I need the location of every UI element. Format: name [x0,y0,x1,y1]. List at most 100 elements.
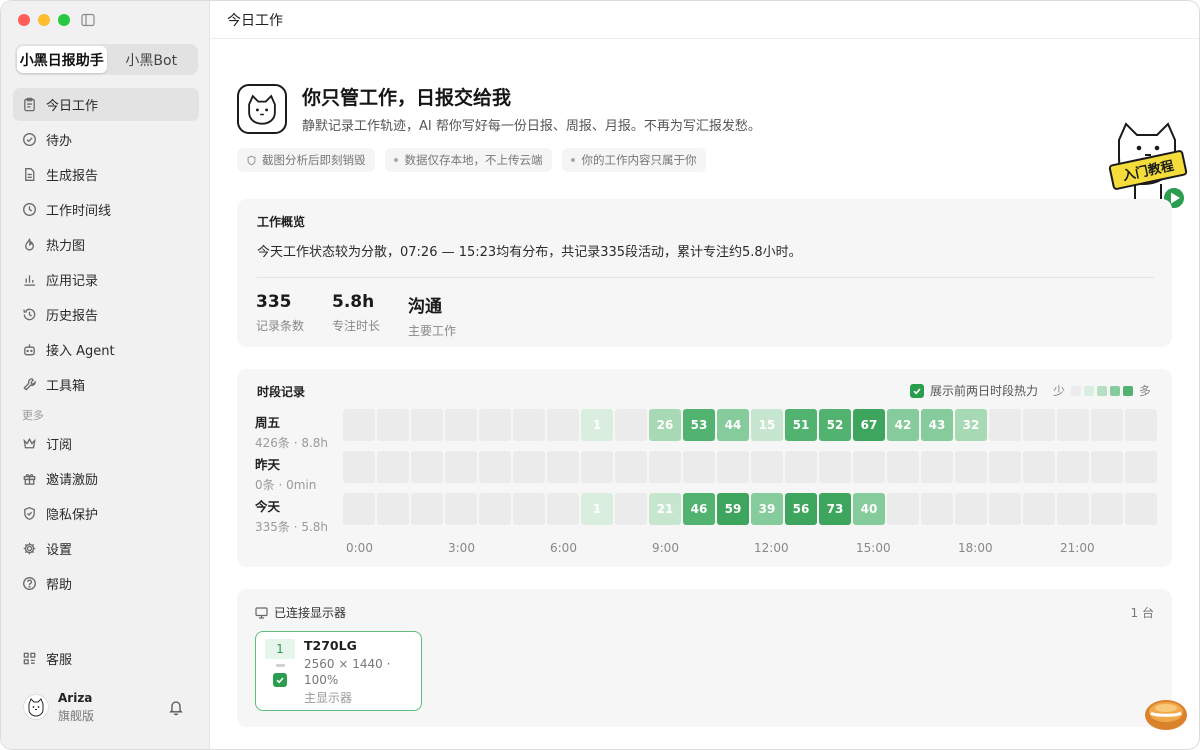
tab-daily-assistant[interactable]: 小黑日报助手 [17,46,107,73]
heat-cell[interactable] [377,451,409,483]
heat-cell[interactable] [717,451,749,483]
heat-cell[interactable] [547,409,579,441]
sidebar-item-toolbox[interactable]: 工具箱 [13,368,199,401]
heat-cell[interactable]: 42 [887,409,919,441]
heat-cell[interactable] [989,409,1021,441]
heat-cell[interactable] [1125,451,1157,483]
heat-cell[interactable] [1125,493,1157,525]
sidebar-item-settings[interactable]: 设置 [13,532,199,565]
sidebar-item-privacy[interactable]: 隐私保护 [13,497,199,530]
heat-cell[interactable] [513,451,545,483]
heat-cell[interactable]: 52 [819,409,851,441]
sidebar-item-today[interactable]: 今日工作 [13,88,199,121]
heat-cell[interactable] [411,451,443,483]
tab-bot[interactable]: 小黑Bot [107,46,197,73]
heat-cell[interactable] [853,451,885,483]
monitor-item[interactable]: 1 T270LG 2560 × 1440 · 100% 主显示器 [255,631,422,711]
heat-cell[interactable] [887,451,919,483]
bell-icon[interactable] [167,698,185,716]
page-title: 今日工作 [227,12,283,29]
heat-cell[interactable] [989,451,1021,483]
heat-cell[interactable] [581,451,613,483]
heat-cell[interactable] [1057,409,1089,441]
heat-cell[interactable] [411,409,443,441]
heat-cell[interactable]: 40 [853,493,885,525]
heat-cell[interactable] [479,493,511,525]
sidebar-item-agent[interactable]: 接入 Agent [13,333,199,366]
maximize-window-button[interactable] [58,14,70,26]
heat-cell[interactable] [1091,409,1123,441]
close-window-button[interactable] [18,14,30,26]
sidebar-item-heatmap[interactable]: 热力图 [13,228,199,261]
heat-cell[interactable] [1057,493,1089,525]
heat-cell[interactable] [921,451,953,483]
sidebar-item-subscribe[interactable]: 订阅 [13,427,199,460]
heat-cell[interactable] [513,409,545,441]
heat-cell[interactable] [615,451,647,483]
sidebar-item-invite[interactable]: 邀请激励 [13,462,199,495]
heat-cell[interactable] [819,451,851,483]
sidebar-item-customer-service[interactable]: 客服 [13,642,199,675]
heat-cell[interactable]: 39 [751,493,783,525]
heat-cell[interactable] [479,451,511,483]
heat-cell[interactable]: 15 [751,409,783,441]
heat-cell[interactable] [1023,493,1055,525]
heat-cell[interactable] [1023,409,1055,441]
heat-cell[interactable] [955,493,987,525]
heat-cell[interactable] [751,451,783,483]
sidebar-item-help[interactable]: 帮助 [13,567,199,600]
heat-cell[interactable] [1057,451,1089,483]
heat-cell[interactable] [785,451,817,483]
heat-cell[interactable] [921,493,953,525]
heat-cell[interactable] [547,493,579,525]
heat-cell[interactable] [1125,409,1157,441]
heat-cell[interactable] [615,493,647,525]
heat-cell[interactable]: 44 [717,409,749,441]
heat-cell[interactable] [411,493,443,525]
sidebar-item-history[interactable]: 历史报告 [13,298,199,331]
sidebar-item-generate-report[interactable]: 生成报告 [13,158,199,191]
heat-cell[interactable]: 56 [785,493,817,525]
heat-cell[interactable] [1023,451,1055,483]
sidebar-item-todo[interactable]: 待办 [13,123,199,156]
heat-cell[interactable]: 26 [649,409,681,441]
heat-cell[interactable] [377,493,409,525]
heat-cell[interactable] [1091,451,1123,483]
sidebar-item-app-records[interactable]: 应用记录 [13,263,199,296]
heat-cell[interactable] [343,493,375,525]
heat-cell[interactable] [445,451,477,483]
heat-cell[interactable] [343,409,375,441]
heat-cell[interactable]: 43 [921,409,953,441]
heat-cell[interactable] [377,409,409,441]
heat-cell[interactable]: 1 [581,409,613,441]
heat-cell[interactable]: 53 [683,409,715,441]
heat-cell[interactable] [887,493,919,525]
heat-cell[interactable] [479,409,511,441]
minimize-window-button[interactable] [38,14,50,26]
heat-cell[interactable]: 73 [819,493,851,525]
heat-cell[interactable] [1091,493,1123,525]
sidebar-item-timeline[interactable]: 工作时间线 [13,193,199,226]
heat-cell[interactable] [445,409,477,441]
show-previous-checkbox[interactable] [909,383,924,398]
heat-cell[interactable]: 67 [853,409,885,441]
heat-cell[interactable] [343,451,375,483]
user-profile[interactable]: Ariza 旗舰版 [23,689,193,725]
heat-cell[interactable]: 46 [683,493,715,525]
heat-cell[interactable]: 1 [581,493,613,525]
sidebar-toggle-icon[interactable] [81,13,95,27]
heat-cell[interactable]: 32 [955,409,987,441]
heat-cell[interactable] [955,451,987,483]
heat-cell[interactable] [445,493,477,525]
heat-cell[interactable] [615,409,647,441]
heat-cell[interactable]: 21 [649,493,681,525]
heat-cell[interactable]: 59 [717,493,749,525]
heat-cell[interactable] [683,451,715,483]
heat-cell[interactable] [513,493,545,525]
heat-cell[interactable] [989,493,1021,525]
heat-cell[interactable] [547,451,579,483]
heat-cell[interactable]: 51 [785,409,817,441]
heat-cell[interactable] [649,451,681,483]
floating-assistant-button[interactable] [1144,695,1188,731]
monitor-checkbox[interactable] [273,673,287,687]
